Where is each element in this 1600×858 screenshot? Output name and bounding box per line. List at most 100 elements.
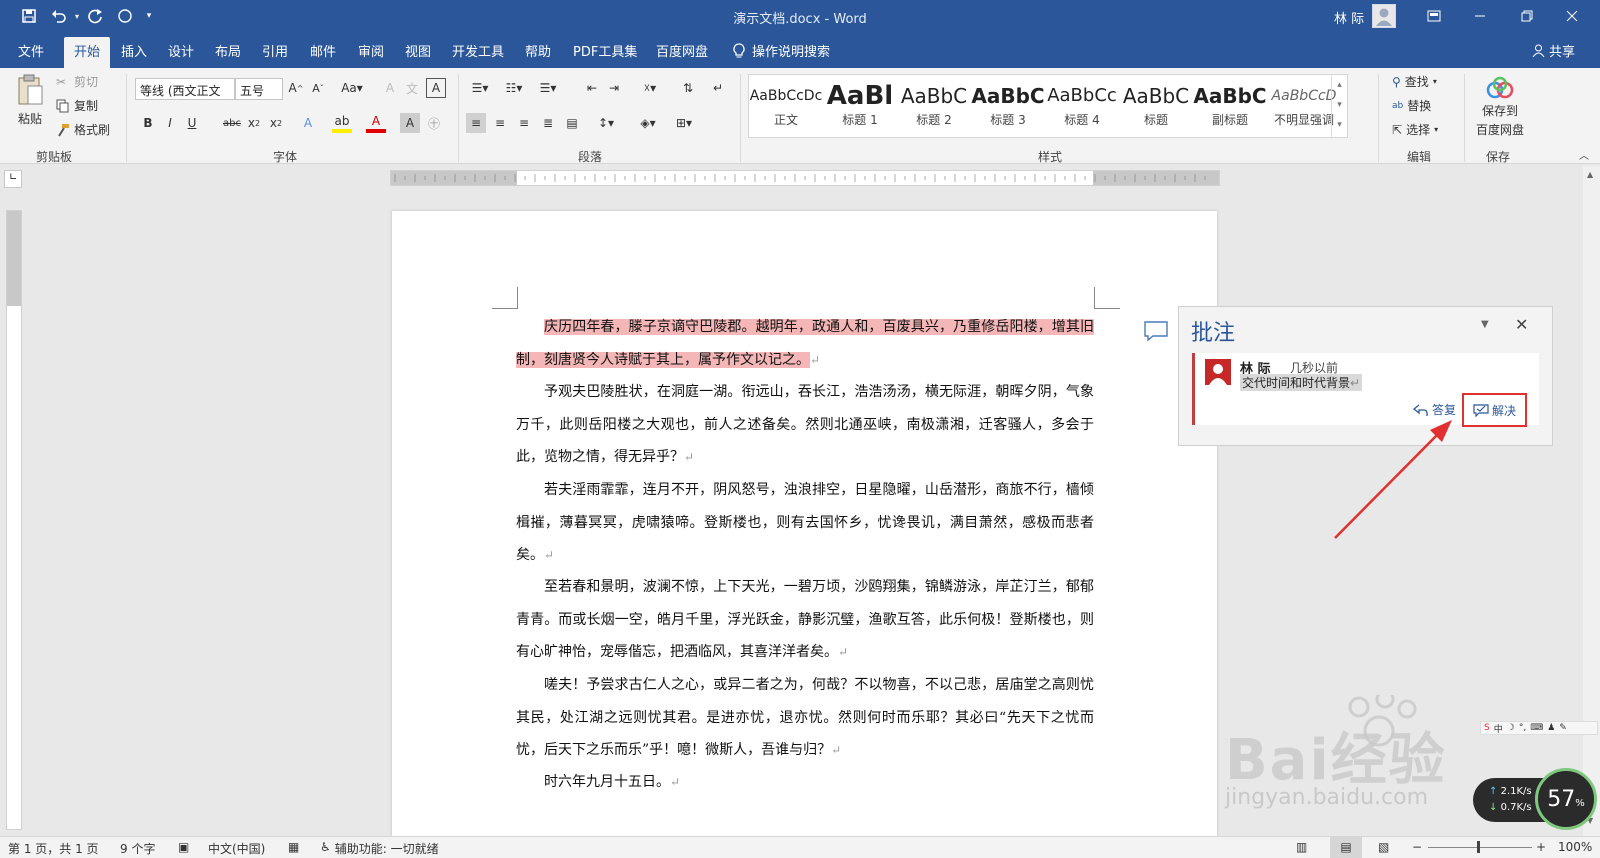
scroll-up-icon[interactable]: ▲ — [1587, 170, 1593, 179]
share-button[interactable]: 共享 — [1532, 41, 1575, 60]
minimize-icon[interactable] — [1464, 4, 1496, 28]
paragraph-6[interactable]: 时六年九月十五日。↵ — [516, 766, 1094, 799]
superscript-icon[interactable]: x2 — [266, 113, 286, 133]
sort-icon[interactable]: ⇅ — [678, 78, 698, 98]
comment-icon[interactable] — [1143, 320, 1169, 342]
tab-view[interactable]: 视图 — [405, 41, 431, 60]
shading-icon[interactable]: ◈▾ — [634, 113, 662, 133]
character-border-icon[interactable]: A — [426, 78, 446, 98]
borders-icon[interactable]: ⊞▾ — [670, 113, 698, 133]
font-size-combo[interactable]: 五号 — [235, 78, 283, 100]
paste-button[interactable]: 粘贴 — [14, 74, 46, 127]
style-subtle-emphasis[interactable]: AaBbCcD 不明显强调 — [1267, 81, 1341, 135]
increase-indent-icon[interactable]: ⇥ — [604, 78, 624, 98]
underline-icon[interactable]: U — [182, 113, 202, 133]
subscript-icon[interactable]: x2 — [244, 113, 264, 133]
accessibility-status[interactable]: ♿ 辅助功能: 一切就绪 — [320, 840, 439, 857]
pane-options-icon[interactable]: ▼ — [1481, 319, 1489, 330]
save-to-baidu-button[interactable]: 保存到 百度网盘 — [1472, 76, 1528, 138]
style-title[interactable]: AaBbC 标题 — [1119, 81, 1193, 135]
tab-layout[interactable]: 布局 — [215, 41, 241, 60]
font-color-icon[interactable]: A — [366, 113, 386, 133]
zoom-thumb[interactable] — [1477, 841, 1480, 853]
decrease-indent-icon[interactable]: ⇤ — [582, 78, 602, 98]
close-icon[interactable] — [1556, 4, 1588, 28]
language[interactable]: 中文(中国) — [208, 840, 265, 857]
line-spacing-icon[interactable]: ↕▾ — [592, 113, 620, 133]
paragraph-2[interactable]: 予观夫巴陵胜状，在洞庭一湖。衔远山，吞长江，浩浩汤汤，横无际涯，朝晖夕阴，气象万… — [516, 376, 1094, 474]
horizontal-ruler[interactable] — [390, 170, 1220, 186]
italic-icon[interactable]: I — [160, 113, 180, 133]
find-button[interactable]: ⚲ 查找 ▾ — [1392, 73, 1437, 90]
collapse-ribbon-icon[interactable]: ︿ — [1574, 144, 1594, 164]
reply-button[interactable]: 答复 — [1413, 401, 1456, 418]
user-name[interactable]: 林 际 — [1334, 8, 1364, 27]
tab-developer[interactable]: 开发工具 — [452, 41, 504, 60]
word-count[interactable]: 9 个字 — [120, 840, 155, 857]
numbering-icon[interactable]: ☷▾ — [500, 78, 528, 98]
tab-insert[interactable]: 插入 — [121, 41, 147, 60]
document-page[interactable]: 庆历四年春，滕子京谪守巴陵郡。越明年，政通人和，百废具兴，乃重修岳阳楼，增其旧制… — [392, 211, 1217, 836]
tab-pdf-tools[interactable]: PDF工具集 — [573, 41, 637, 60]
commented-text[interactable]: 庆历四年春，滕子京谪守巴陵郡。越明年，政通人和，百废具兴，乃重修岳阳楼，增其旧制… — [516, 319, 1094, 368]
shrink-font-icon[interactable]: Aˇ — [308, 78, 328, 98]
styles-scroll[interactable]: ▴ ▾ ▾ — [1331, 75, 1347, 137]
style-heading-3[interactable]: AaBbC 标题 3 — [971, 81, 1045, 135]
format-painter-button[interactable]: 格式刷 — [56, 121, 110, 138]
style-heading-2[interactable]: AaBbC 标题 2 — [897, 81, 971, 135]
tab-baidu-netdisk[interactable]: 百度网盘 — [656, 41, 708, 60]
paragraph-1[interactable]: 庆历四年春，滕子京谪守巴陵郡。越明年，政通人和，百废具兴，乃重修岳阳楼，增其旧制… — [516, 311, 1094, 376]
font-name-combo[interactable]: 等线 (西文正文 — [135, 78, 235, 100]
copy-button[interactable]: 复制 — [56, 97, 98, 114]
read-mode-icon[interactable]: ▥ — [1296, 840, 1307, 854]
restore-icon[interactable] — [1511, 4, 1543, 28]
distributed-icon[interactable]: ▤ — [562, 113, 582, 133]
tab-mailings[interactable]: 邮件 — [310, 41, 336, 60]
tell-me-search[interactable]: 操作说明搜索 — [732, 41, 830, 60]
zoom-slider[interactable] — [1428, 847, 1532, 848]
web-layout-icon[interactable]: ▧ — [1378, 840, 1389, 854]
print-layout-icon[interactable]: ▤ — [1330, 837, 1362, 858]
zoom-in-icon[interactable]: + — [1536, 840, 1546, 854]
bold-icon[interactable]: B — [138, 113, 158, 133]
comment-text[interactable]: 交代时间和时代背景↵ — [1240, 374, 1363, 391]
proofing-icon[interactable]: ▣ — [178, 840, 189, 854]
macro-icon[interactable]: ▦ — [288, 840, 299, 854]
zoom-out-icon[interactable]: − — [1412, 840, 1422, 854]
character-shading-icon[interactable]: A — [400, 113, 420, 133]
style-normal[interactable]: AaBbCcDc 正文 — [749, 81, 823, 135]
multilevel-list-icon[interactable]: ☰▾ — [534, 78, 562, 98]
justify-icon[interactable]: ≣ — [538, 113, 558, 133]
page-count[interactable]: 第 1 页，共 1 页 — [8, 840, 99, 857]
paragraph-5[interactable]: 嗟夫！予尝求古仁人之心，或异二者之为，何哉？不以物喜，不以己悲，居庙堂之高则忧其… — [516, 669, 1094, 767]
style-heading-1[interactable]: AaBl 标题 1 — [823, 81, 897, 135]
tab-design[interactable]: 设计 — [168, 41, 194, 60]
phonetic-guide-icon[interactable]: 文 — [402, 78, 422, 98]
comment-card[interactable]: 林 际 几秒以前 交代时间和时代背景↵ 答复 解决 — [1192, 353, 1539, 427]
chinese-layout-icon[interactable]: ☓▾ — [636, 78, 664, 98]
tab-references[interactable]: 引用 — [262, 41, 288, 60]
highlight-icon[interactable]: ab — [332, 113, 352, 133]
vertical-scrollbar[interactable]: ▲ ▼ — [1583, 166, 1600, 836]
vertical-ruler[interactable] — [6, 210, 22, 830]
tab-review[interactable]: 审阅 — [358, 41, 384, 60]
align-left-icon[interactable]: ≡ — [466, 113, 486, 133]
avatar[interactable] — [1372, 4, 1396, 28]
enclose-characters-icon[interactable]: ㊉ — [424, 113, 444, 133]
text-effects-icon[interactable]: A — [298, 113, 318, 133]
select-button[interactable]: ⇱ 选择 ▾ — [1392, 121, 1438, 138]
resolve-button[interactable]: 解决 — [1462, 393, 1527, 427]
tab-file[interactable]: 文件 — [18, 41, 44, 60]
ime-toolbar[interactable]: S 中 ☽ °, ⌨ ♟ ✎ — [1480, 721, 1598, 735]
tab-help[interactable]: 帮助 — [525, 41, 551, 60]
paragraph-4[interactable]: 至若春和景明，波澜不惊，上下天光，一碧万顷，沙鸥翔集，锦鳞游泳，岸芷汀兰，郁郁青… — [516, 571, 1094, 669]
style-subtitle[interactable]: AaBbC 副标题 — [1193, 81, 1267, 135]
style-heading-4[interactable]: AaBbCc 标题 4 — [1045, 81, 1119, 135]
align-center-icon[interactable]: ≡ — [490, 113, 510, 133]
paragraph-3[interactable]: 若夫淫雨霏霏，连月不开，阴风怒号，浊浪排空，日星隐曜，山岳潜形，商旅不行，樯倾楫… — [516, 474, 1094, 572]
align-right-icon[interactable]: ≡ — [514, 113, 534, 133]
replace-button[interactable]: ab 替换 — [1392, 97, 1431, 114]
tab-home[interactable]: 开始 — [64, 37, 111, 68]
bullets-icon[interactable]: ☰▾ — [466, 78, 494, 98]
network-monitor-widget[interactable]: ↑ 2.1K/s ↓ 0.7K/s 57% — [1473, 768, 1598, 832]
